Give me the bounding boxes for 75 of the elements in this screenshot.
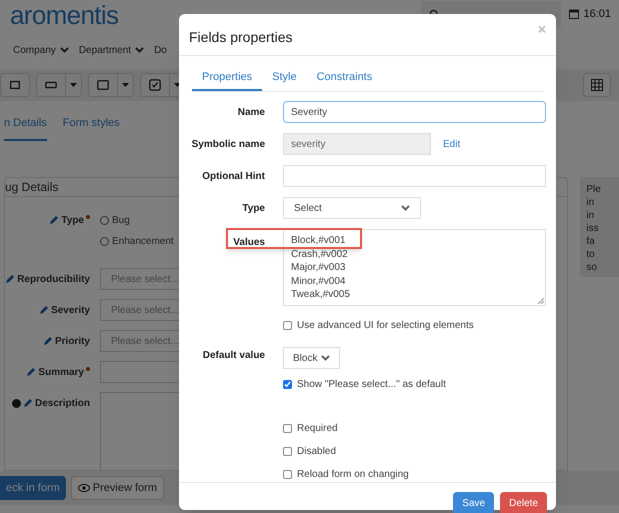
preview-button[interactable]: Preview form xyxy=(70,476,164,500)
save-button[interactable]: Save xyxy=(453,492,494,513)
pencil-icon[interactable] xyxy=(39,305,50,315)
checkbox[interactable] xyxy=(283,447,292,456)
chevron-down-icon xyxy=(60,47,69,53)
type-select[interactable]: Select xyxy=(283,197,421,219)
field-label: Summary xyxy=(38,366,84,380)
help-icon xyxy=(12,398,21,408)
delete-button[interactable]: Delete xyxy=(500,492,547,513)
checkbox-label: Required xyxy=(297,422,338,436)
eye-icon xyxy=(78,484,90,492)
value-line: Minor,#v004 xyxy=(291,274,346,288)
checkbox-label: Use advanced UI for selecting elements xyxy=(297,319,474,333)
tab[interactable]: n Details xyxy=(4,114,47,141)
check-in-button[interactable]: eck in form xyxy=(0,476,66,500)
field-label: Type xyxy=(61,214,84,228)
pencil-icon[interactable] xyxy=(26,367,36,377)
tab[interactable]: Properties xyxy=(192,66,262,91)
help-text: iss xyxy=(586,222,600,235)
tab[interactable]: Constraints xyxy=(306,66,382,91)
required-mark xyxy=(86,215,90,219)
symbolic-name-field[interactable]: severity xyxy=(283,133,431,155)
pencil-icon[interactable] xyxy=(22,398,33,408)
dialog-title: Fields properties xyxy=(189,28,292,47)
checkbox[interactable] xyxy=(283,470,292,479)
field-label: Default value xyxy=(202,350,265,361)
checkbox-label: Show "Please select..." as default xyxy=(297,378,446,392)
radio-option[interactable]: Enhancement xyxy=(100,234,174,249)
panel-title: ug Details xyxy=(5,179,58,196)
required-mark xyxy=(86,367,90,371)
pencil-icon[interactable] xyxy=(42,336,53,346)
pencil-icon[interactable] xyxy=(49,215,60,225)
help-text: to xyxy=(586,248,596,261)
value-line: Tweak,#v005 xyxy=(291,288,350,302)
value-line: Block,#v001 xyxy=(291,234,346,248)
menu-item[interactable]: Department xyxy=(78,42,144,58)
value-line: Major,#v003 xyxy=(291,261,346,274)
chevron-down-icon xyxy=(321,355,330,361)
checkbox[interactable] xyxy=(283,321,292,330)
help-text: in xyxy=(586,196,596,209)
field-label: Values xyxy=(233,237,265,248)
edit-link[interactable]: Edit xyxy=(443,136,460,152)
checkbox[interactable] xyxy=(283,424,292,433)
value-line: Crash,#v002 xyxy=(291,248,348,261)
field-label: Name xyxy=(238,106,265,118)
pencil-icon[interactable] xyxy=(5,274,16,284)
name-field[interactable]: Severity xyxy=(283,101,546,123)
field-label: Type xyxy=(242,202,265,214)
help-text: Ple xyxy=(586,183,602,196)
help-text: so xyxy=(586,261,598,274)
help-text: in xyxy=(586,209,596,222)
chevron-down-icon xyxy=(135,47,144,53)
calendar-icon xyxy=(569,9,580,19)
tab[interactable]: Form styles xyxy=(62,114,120,141)
checkbox-label: Reload form on changing xyxy=(297,468,409,482)
menu-item[interactable]: Do xyxy=(154,42,167,58)
chevron-down-icon xyxy=(401,205,410,211)
tab[interactable]: Style xyxy=(262,66,307,91)
values-field[interactable]: Block,#v001 Crash,#v002 Major,#v003 Minor,#v004 Tweak,#v005 xyxy=(283,229,546,306)
table-icon[interactable] xyxy=(583,73,611,97)
field-label: Optional Hint xyxy=(202,170,265,182)
menu-item[interactable]: Company xyxy=(13,42,69,58)
help-text: fa xyxy=(586,235,596,248)
checkbox-label: Disabled xyxy=(297,445,336,459)
clock-time: 16:01 xyxy=(583,6,611,22)
field-label: Severity xyxy=(51,304,90,318)
field-label: Reproducibility xyxy=(17,272,90,286)
radio-option[interactable]: Bug xyxy=(100,213,174,228)
hint-field[interactable] xyxy=(283,165,546,187)
field-label: Description xyxy=(34,396,90,410)
resize-handle-icon[interactable] xyxy=(538,298,544,304)
field-label: Symbolic name xyxy=(192,138,265,150)
field-label: Priority xyxy=(54,334,90,348)
logo: aromentis xyxy=(9,0,118,30)
default-value-select[interactable]: Block xyxy=(283,347,340,369)
